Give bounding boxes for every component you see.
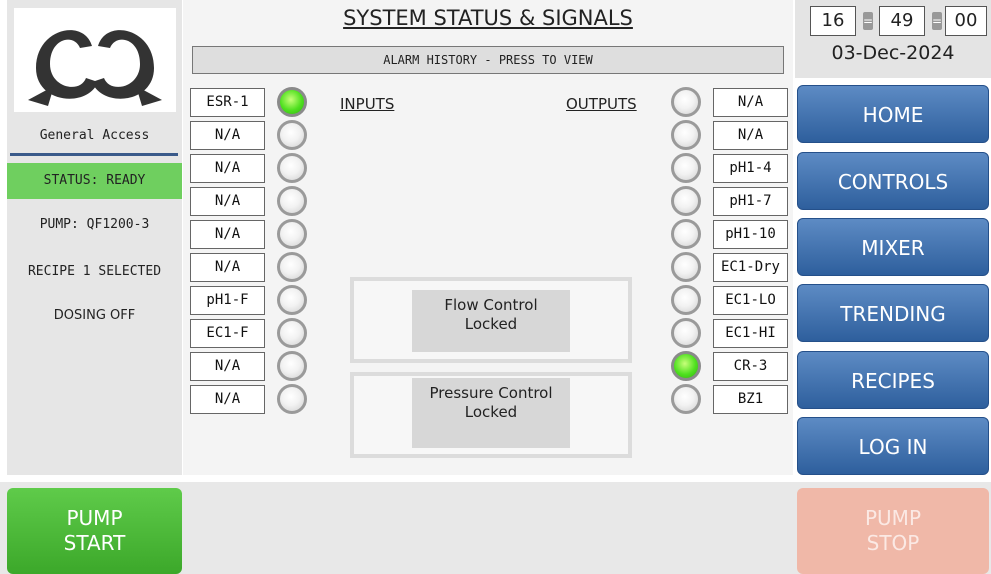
inputs-header: INPUTS — [340, 95, 395, 113]
input-status-led-icon — [277, 318, 307, 348]
output-status-led-icon — [671, 384, 701, 414]
dosing-status-label: DOSING OFF — [53, 308, 136, 323]
output-status-led-icon — [671, 120, 701, 150]
output-signal-label: pH1-7 — [713, 187, 788, 216]
nav-mixer-button[interactable]: MIXER — [797, 218, 989, 276]
input-status-led-icon — [277, 252, 307, 282]
output-signal-label: pH1-4 — [713, 154, 788, 183]
flow-control-status: Flow Control Locked — [412, 290, 570, 352]
output-signal-label: N/A — [713, 88, 788, 117]
input-signal-label: N/A — [190, 187, 265, 216]
input-status-led-icon — [277, 186, 307, 216]
page-title: SYSTEM STATUS & SIGNALS — [343, 6, 633, 30]
output-signal-label: EC1-Dry — [713, 253, 788, 282]
divider — [10, 153, 178, 156]
clock-separator: = — [863, 12, 874, 30]
status-badge: STATUS: READY — [7, 163, 182, 199]
output-signal-label: CR-3 — [713, 352, 788, 381]
output-signal-label: EC1-HI — [713, 319, 788, 348]
input-status-led-icon — [277, 384, 307, 414]
output-signal-label: BZ1 — [713, 385, 788, 414]
input-status-led-icon — [277, 219, 307, 249]
input-signal-label: N/A — [190, 352, 265, 381]
output-status-led-icon — [671, 285, 701, 315]
input-signal-label: N/A — [190, 121, 265, 150]
clock-second[interactable]: 00 — [945, 6, 987, 36]
pressure-control-status: Pressure Control Locked — [412, 378, 570, 448]
outputs-header: OUTPUTS — [566, 95, 637, 113]
alarm-history-button[interactable]: ALARM HISTORY - PRESS TO VIEW — [192, 46, 784, 74]
nav-recipes-button[interactable]: RECIPES — [797, 351, 989, 409]
output-status-led-icon — [671, 186, 701, 216]
nav-controls-button[interactable]: CONTROLS — [797, 152, 989, 210]
date-display: 03-Dec-2024 — [831, 42, 955, 64]
pump-start-button[interactable]: PUMP START — [7, 488, 182, 574]
nav-login-button[interactable]: LOG IN — [797, 417, 989, 475]
output-status-led-icon — [671, 318, 701, 348]
input-signal-label: N/A — [190, 154, 265, 183]
clock-minute[interactable]: 49 — [879, 6, 925, 36]
clock-hour[interactable]: 16 — [810, 6, 856, 36]
input-signal-label: EC1-F — [190, 319, 265, 348]
output-status-led-icon — [671, 351, 701, 381]
input-signal-label: N/A — [190, 220, 265, 249]
input-signal-label: pH1-F — [190, 286, 265, 315]
output-signal-label: N/A — [713, 121, 788, 150]
nav-home-button[interactable]: HOME — [797, 85, 989, 143]
input-signal-label: ESR-1 — [190, 88, 265, 117]
input-status-led-icon — [277, 87, 307, 117]
input-status-led-icon — [277, 285, 307, 315]
input-status-led-icon — [277, 120, 307, 150]
pump-model-label: PUMP: QF1200-3 — [39, 217, 150, 232]
output-status-led-icon — [671, 153, 701, 183]
input-status-led-icon — [277, 153, 307, 183]
input-signal-label: N/A — [190, 385, 265, 414]
output-status-led-icon — [671, 252, 701, 282]
access-level-label: General Access — [39, 128, 150, 143]
recipe-label: RECIPE 1 SELECTED — [27, 264, 162, 279]
output-status-led-icon — [671, 87, 701, 117]
input-status-led-icon — [277, 351, 307, 381]
company-logo-icon — [28, 30, 162, 106]
clock-separator: = — [932, 12, 943, 30]
output-signal-label: pH1-10 — [713, 220, 788, 249]
input-signal-label: N/A — [190, 253, 265, 282]
pump-stop-button[interactable]: PUMP STOP — [797, 488, 989, 574]
logo — [14, 8, 176, 112]
output-signal-label: EC1-LO — [713, 286, 788, 315]
nav-trending-button[interactable]: TRENDING — [797, 284, 989, 342]
output-status-led-icon — [671, 219, 701, 249]
